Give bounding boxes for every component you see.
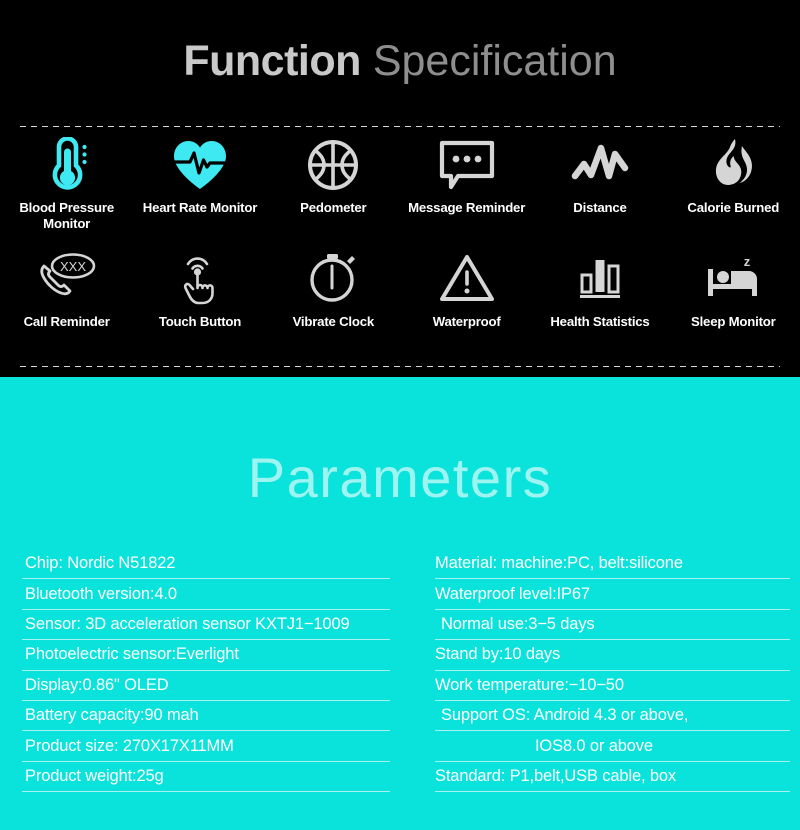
feature-label: Sleep Monitor	[691, 314, 776, 329]
feature-pedometer: Pedometer	[267, 136, 400, 250]
flame-icon	[709, 136, 757, 194]
feature-label: Call Reminder	[23, 314, 110, 329]
feature-label: Waterproof	[432, 314, 501, 329]
param-row: Sensor: 3D acceleration sensor KXTJ1−100…	[22, 610, 390, 641]
divider-bottom	[20, 366, 780, 367]
param-row: Product weight:25g	[22, 762, 390, 793]
param-row: Bluetooth version:4.0	[22, 579, 390, 610]
bar-chart-icon	[574, 250, 626, 306]
feature-heart-rate-monitor: Heart Rate Monitor	[133, 136, 266, 250]
page-title-bold: Function	[183, 37, 361, 85]
product-info-page: Function Specification Blood Pressure Mo…	[0, 0, 800, 830]
feature-label: Pedometer	[300, 200, 367, 215]
feature-label: Heart Rate Monitor	[142, 200, 258, 215]
svg-text:XXX: XXX	[60, 259, 86, 274]
phone-call-icon: XXX	[35, 250, 99, 306]
feature-calorie-burned: Calorie Burned	[667, 136, 800, 250]
param-row: Photoelectric sensor:Everlight	[22, 640, 390, 671]
feature-label: Calorie Burned	[687, 200, 780, 215]
feature-sleep-monitor: z Sleep Monitor	[667, 250, 800, 348]
feature-distance: Distance	[533, 136, 666, 250]
stopwatch-icon	[307, 250, 359, 306]
page-title-light: Specification	[360, 37, 617, 85]
pedometer-ball-icon	[306, 136, 360, 194]
parameters-column-left: Chip: Nordic N51822 Bluetooth version:4.…	[0, 549, 400, 793]
param-row: Support OS: Android 4.3 or above,	[435, 701, 790, 732]
feature-vibrate-clock: Vibrate Clock	[267, 250, 400, 348]
feature-label: Touch Button	[158, 314, 242, 329]
parameters-section: Parameters Chip: Nordic N51822 Bluetooth…	[0, 377, 800, 830]
param-row: Waterproof level:IP67	[435, 579, 790, 610]
param-row: Battery capacity:90 mah	[22, 701, 390, 732]
touch-finger-icon	[174, 250, 226, 306]
feature-health-statistics: Health Statistics	[533, 250, 666, 348]
heart-pulse-icon	[171, 136, 229, 194]
feature-icon-grid: Blood Pressure Monitor Heart Rate Monito…	[0, 136, 800, 348]
feature-row-1: Blood Pressure Monitor Heart Rate Monito…	[0, 136, 800, 250]
feature-label: Health Statistics	[550, 314, 650, 329]
param-row: Material: machine:PC, belt:silicone	[435, 549, 790, 580]
feature-label: Distance	[573, 200, 627, 215]
function-specification-section: Function Specification Blood Pressure Mo…	[0, 0, 800, 377]
feature-waterproof: Waterproof	[400, 250, 533, 348]
svg-text:z: z	[744, 254, 751, 269]
feature-label: Message Reminder	[408, 200, 526, 215]
warning-triangle-icon	[439, 250, 495, 306]
feature-message-reminder: Message Reminder	[400, 136, 533, 250]
param-row: IOS8.0 or above	[435, 731, 790, 762]
feature-row-2: XXX Call Reminder Touch Button Vibrate C…	[0, 250, 800, 348]
feature-touch-button: Touch Button	[133, 250, 266, 348]
param-row: Stand by:10 days	[435, 640, 790, 671]
param-row: Chip: Nordic N51822	[22, 549, 390, 580]
feature-label: Vibrate Clock	[292, 314, 375, 329]
zigzag-route-icon	[571, 136, 629, 194]
page-title: Function Specification	[0, 0, 800, 83]
param-row: Display:0.86" OLED	[22, 671, 390, 701]
message-bubble-icon	[438, 136, 496, 194]
feature-label: Blood Pressure Monitor	[19, 200, 114, 231]
parameters-title: Parameters	[247, 446, 553, 509]
parameters-column-right: Material: machine:PC, belt:silicone Wate…	[400, 549, 800, 793]
param-row: Normal use:3−5 days	[435, 610, 790, 641]
thermometer-icon	[41, 136, 93, 194]
param-row: Standard: P1,belt,USB cable, box	[435, 762, 790, 793]
parameters-table: Chip: Nordic N51822 Bluetooth version:4.…	[0, 549, 800, 793]
bed-sleep-icon: z	[703, 250, 763, 306]
param-row: Work temperature:−10−50	[435, 671, 790, 701]
feature-blood-pressure-monitor: Blood Pressure Monitor	[0, 136, 133, 250]
feature-call-reminder: XXX Call Reminder	[0, 250, 133, 348]
divider-top	[20, 126, 780, 127]
param-row: Product size: 270X17X11MM	[22, 731, 390, 762]
